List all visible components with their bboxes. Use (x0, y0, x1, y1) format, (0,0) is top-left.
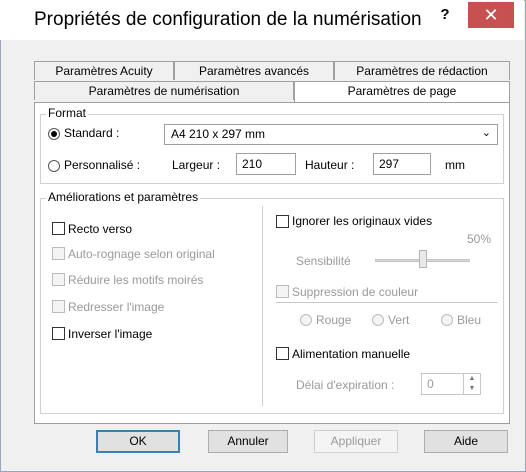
help-button[interactable]: Aide (424, 430, 508, 453)
green-radio[interactable] (372, 314, 384, 326)
manual-feed-checkbox[interactable] (276, 347, 289, 360)
deskew-checkbox[interactable] (52, 300, 65, 313)
standard-size-value: A4 210 x 297 mm (171, 127, 266, 141)
timeout-label: Délai d'expiration : (296, 378, 395, 392)
red-label: Rouge (316, 313, 352, 327)
height-label: Hauteur : (305, 158, 355, 172)
tab-advanced[interactable]: Paramètres avancés (174, 61, 334, 80)
moire-label: Réduire les motifs moirés (68, 273, 204, 287)
width-label: Largeur : (172, 158, 221, 172)
custom-label: Personnalisé : (64, 158, 141, 172)
sensitivity-value: 50% (467, 232, 492, 246)
tab-scan-settings[interactable]: Paramètres de numérisation (34, 81, 294, 100)
height-input[interactable]: 297 (373, 153, 431, 175)
spin-down-icon[interactable]: ▼ (464, 384, 480, 394)
red-radio[interactable] (300, 314, 312, 326)
help-icon[interactable]: ? (432, 3, 458, 27)
apply-button[interactable]: Appliquer (314, 430, 398, 453)
color-divider (276, 302, 498, 303)
duplex-checkbox[interactable] (52, 222, 65, 235)
blue-radio[interactable] (441, 314, 453, 326)
spin-up-icon[interactable]: ▲ (464, 374, 480, 384)
ok-button[interactable]: OK (96, 430, 180, 453)
duplex-label: Recto verso (68, 222, 133, 236)
custom-radio[interactable] (48, 160, 60, 172)
format-legend: Format (46, 106, 89, 120)
standard-size-select[interactable]: A4 210 x 297 mm ⌄ (164, 124, 498, 145)
autocrop-checkbox[interactable] (52, 247, 65, 260)
column-divider (262, 206, 263, 406)
width-input[interactable]: 210 (236, 153, 296, 175)
invert-label: Inverser l'image (68, 327, 153, 341)
invert-checkbox[interactable] (52, 327, 65, 340)
tab-acuity[interactable]: Paramètres Acuity (34, 61, 174, 80)
ignore-blank-checkbox[interactable] (276, 215, 289, 228)
color-dropout-label: Suppression de couleur (292, 285, 419, 299)
close-button[interactable]: ✕ (468, 2, 514, 28)
standard-radio[interactable] (48, 128, 60, 140)
blue-label: Bleu (457, 313, 482, 327)
cancel-button[interactable]: Annuler (208, 430, 288, 453)
autocrop-label: Auto-rognage selon original (68, 247, 215, 261)
enhancements-legend: Améliorations et paramètres (46, 190, 201, 204)
timeout-value: 0 (427, 377, 434, 391)
tab-redaction[interactable]: Paramètres de rédaction (334, 61, 510, 80)
deskew-label: Redresser l'image (68, 300, 165, 314)
sensitivity-slider-thumb[interactable] (418, 250, 427, 268)
window-title: Propriétés de configuration de la numéri… (34, 9, 422, 30)
timeout-spinner[interactable]: ▲ ▼ (463, 374, 480, 394)
tab-page-settings[interactable]: Paramètres de page (294, 81, 510, 102)
standard-label: Standard : (64, 126, 120, 140)
green-label: Vert (388, 313, 410, 327)
chevron-down-icon: ⌄ (481, 127, 491, 139)
color-dropout-checkbox[interactable] (276, 285, 289, 298)
ignore-blank-label: Ignorer les originaux vides (292, 214, 433, 228)
unit-label: mm (445, 158, 465, 172)
manual-feed-label: Alimentation manuelle (292, 347, 411, 361)
moire-checkbox[interactable] (52, 273, 65, 286)
sensitivity-label: Sensibilité (296, 254, 351, 268)
